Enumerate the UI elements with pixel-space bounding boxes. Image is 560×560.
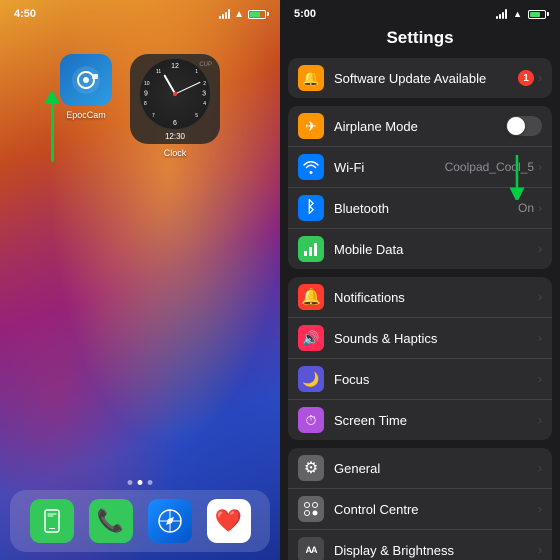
control-centre-chevron: › bbox=[538, 502, 542, 516]
settings-item-control-centre[interactable]: Control Centre › bbox=[288, 489, 552, 530]
sounds-chevron: › bbox=[538, 331, 542, 345]
right-signal-icon bbox=[496, 9, 507, 19]
dock: 📞 ❤️ bbox=[10, 490, 270, 552]
general-icon: ⚙ bbox=[298, 455, 324, 481]
display-chevron: › bbox=[538, 543, 542, 557]
epoccam-label: EpocCam bbox=[66, 110, 106, 120]
home-screen: 4:50 ▲ Ep bbox=[0, 0, 280, 560]
wifi-settings-icon bbox=[298, 154, 324, 180]
dock-health[interactable]: ❤️ bbox=[207, 499, 251, 543]
dock-phone[interactable] bbox=[30, 499, 74, 543]
dock-phone-green[interactable]: 📞 bbox=[89, 499, 133, 543]
cup-label: CUP bbox=[199, 62, 212, 68]
settings-item-focus[interactable]: 🌙 Focus › bbox=[288, 359, 552, 400]
wifi-label: Wi-Fi bbox=[334, 160, 445, 175]
general-chevron: › bbox=[538, 461, 542, 475]
left-time: 4:50 bbox=[14, 8, 36, 20]
display-label: Display & Brightness bbox=[334, 543, 538, 558]
bluetooth-label: Bluetooth bbox=[334, 201, 518, 216]
settings-item-general[interactable]: ⚙ General › bbox=[288, 448, 552, 489]
app-grid: EpocCam 12 3 6 9 1 11 2 4 bbox=[0, 24, 280, 158]
mobile-data-chevron: › bbox=[538, 242, 542, 256]
right-status-icons: ▲ bbox=[496, 9, 546, 19]
notifications-icon: 🔔 bbox=[298, 284, 324, 310]
mobile-data-label: Mobile Data bbox=[334, 242, 538, 257]
software-update-icon: 🔔 bbox=[298, 65, 324, 91]
clock-num-3: 3 bbox=[202, 90, 206, 97]
clock-hour-hand bbox=[163, 74, 175, 94]
right-battery-icon bbox=[528, 10, 546, 19]
right-time: 5:00 bbox=[294, 8, 316, 20]
page-dots bbox=[128, 480, 153, 485]
software-update-badge: 1 bbox=[518, 70, 534, 86]
general-label: General bbox=[334, 461, 538, 476]
software-update-label: Software Update Available bbox=[334, 71, 518, 86]
settings-item-bluetooth[interactable]: ᛒ Bluetooth On › bbox=[288, 188, 552, 229]
control-centre-label: Control Centre bbox=[334, 502, 538, 517]
epoccam-icon bbox=[60, 54, 112, 106]
left-status-icons: ▲ bbox=[219, 9, 266, 20]
settings-item-software-update[interactable]: 🔔 Software Update Available 1 › bbox=[288, 58, 552, 98]
settings-item-airplane[interactable]: ✈ Airplane Mode bbox=[288, 106, 552, 147]
page-dot-1 bbox=[128, 480, 133, 485]
clock-num-12: 12 bbox=[171, 63, 179, 70]
battery-icon bbox=[248, 10, 266, 19]
page-dot-2 bbox=[138, 480, 143, 485]
focus-chevron: › bbox=[538, 372, 542, 386]
clock-time-display: 12:30 bbox=[165, 132, 185, 141]
clock-num-6: 6 bbox=[173, 120, 177, 127]
display-icon: AA bbox=[298, 537, 324, 560]
screen-time-label: Screen Time bbox=[334, 413, 538, 428]
right-wifi-icon: ▲ bbox=[513, 9, 522, 19]
settings-item-screen-time[interactable]: ⏱ Screen Time › bbox=[288, 400, 552, 440]
epoccam-app[interactable]: EpocCam bbox=[60, 54, 112, 158]
arrow-shaft bbox=[51, 102, 54, 162]
dock-safari[interactable] bbox=[148, 499, 192, 543]
software-update-chevron: › bbox=[538, 71, 542, 85]
page-dot-3 bbox=[148, 480, 153, 485]
sounds-label: Sounds & Haptics bbox=[334, 331, 538, 346]
notifications-chevron: › bbox=[538, 290, 542, 304]
settings-list: 🔔 Software Update Available 1 › ✈ Airpla… bbox=[280, 58, 560, 560]
airplane-toggle[interactable] bbox=[506, 116, 542, 136]
screen-time-icon: ⏱ bbox=[298, 407, 324, 433]
bluetooth-arrow bbox=[507, 150, 557, 205]
settings-group-general: ⚙ General › Control Centre › AA bbox=[280, 448, 560, 560]
clock-num-9: 9 bbox=[144, 90, 148, 97]
clock-min-hand bbox=[175, 81, 201, 94]
right-status-bar: 5:00 ▲ bbox=[280, 0, 560, 24]
settings-title: Settings bbox=[280, 24, 560, 58]
clock-center bbox=[173, 92, 177, 96]
settings-group-update: 🔔 Software Update Available 1 › bbox=[280, 58, 560, 98]
clock-face: 12 3 6 9 1 11 2 4 5 7 8 10 bbox=[139, 58, 211, 130]
signal-icon bbox=[219, 9, 230, 19]
notifications-label: Notifications bbox=[334, 290, 538, 305]
wifi-icon: ▲ bbox=[234, 9, 244, 20]
settings-group-connectivity: ✈ Airplane Mode Wi-Fi Coolpad_Cool_5 › bbox=[280, 106, 560, 269]
settings-item-sounds[interactable]: 🔊 Sounds & Haptics › bbox=[288, 318, 552, 359]
bluetooth-icon: ᛒ bbox=[298, 195, 324, 221]
mobile-data-icon bbox=[298, 236, 324, 262]
settings-item-mobile-data[interactable]: Mobile Data › bbox=[288, 229, 552, 269]
left-status-bar: 4:50 ▲ bbox=[0, 0, 280, 24]
settings-item-notifications[interactable]: 🔔 Notifications › bbox=[288, 277, 552, 318]
airplane-icon: ✈ bbox=[298, 113, 324, 139]
app-row-1: EpocCam 12 3 6 9 1 11 2 4 bbox=[60, 54, 220, 158]
sounds-icon: 🔊 bbox=[298, 325, 324, 351]
settings-group-notifications: 🔔 Notifications › 🔊 Sounds & Haptics › 🌙… bbox=[280, 277, 560, 440]
clock-widget: 12 3 6 9 1 11 2 4 5 7 8 10 bbox=[130, 54, 220, 144]
up-arrow bbox=[44, 90, 60, 162]
control-centre-icon bbox=[298, 496, 324, 522]
clock-label: Clock bbox=[164, 148, 187, 158]
focus-icon: 🌙 bbox=[298, 366, 324, 392]
screen-time-chevron: › bbox=[538, 413, 542, 427]
settings-item-display[interactable]: AA Display & Brightness › bbox=[288, 530, 552, 560]
settings-screen: 5:00 ▲ Settings 🔔 Software Update Availa… bbox=[280, 0, 560, 560]
airplane-label: Airplane Mode bbox=[334, 119, 506, 134]
clock-app[interactable]: 12 3 6 9 1 11 2 4 5 7 8 10 bbox=[130, 54, 220, 158]
focus-label: Focus bbox=[334, 372, 538, 387]
